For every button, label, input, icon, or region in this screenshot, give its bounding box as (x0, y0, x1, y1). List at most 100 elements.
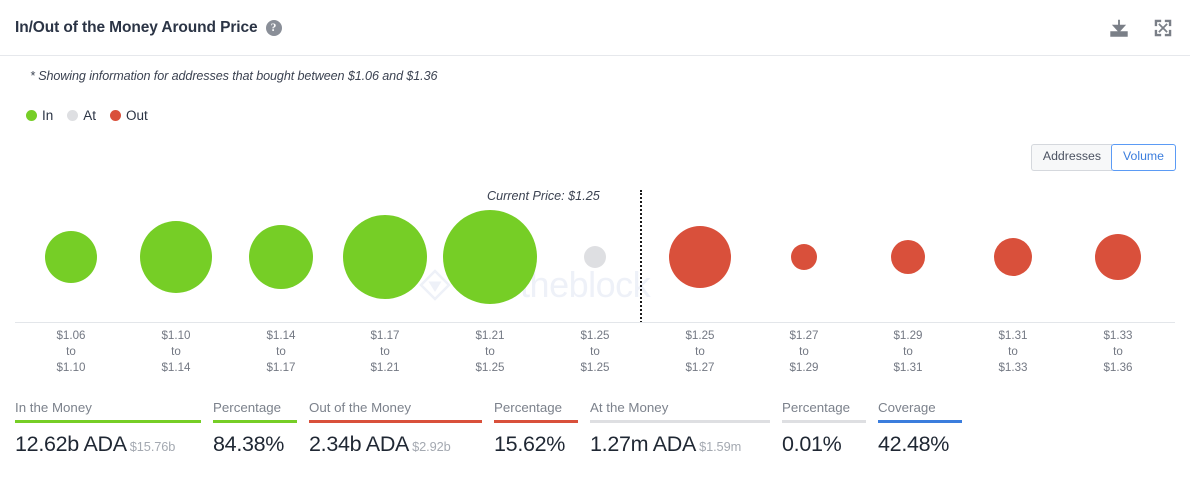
metric-toggle-group: Addresses Volume (1031, 144, 1176, 171)
bubble-out-10[interactable] (1095, 234, 1141, 280)
bubble-out-7[interactable] (791, 244, 817, 270)
stat-block-2: Out of the Money 2.34b ADA$2.92b (309, 400, 494, 457)
stat-underline (309, 420, 482, 423)
axis-tick-7: $1.27to$1.29 (749, 328, 859, 376)
axis-tick-sep: to (1063, 344, 1173, 360)
stat-underline (494, 420, 578, 423)
stat-block-6: Coverage 42.48% (878, 400, 974, 457)
stat-underline (782, 420, 866, 423)
bubble-at-5[interactable] (584, 246, 606, 268)
stat-underline (213, 420, 297, 423)
current-price-annotation: Current Price: $1.25 (487, 189, 600, 203)
legend-dot-in (26, 110, 37, 121)
bubble-out-8[interactable] (891, 240, 925, 274)
stat-value: 15.62% (494, 432, 590, 457)
stat-block-3: Percentage 15.62% (494, 400, 590, 457)
axis-tick-to: $1.14 (121, 360, 231, 376)
stat-subvalue: $1.59m (699, 439, 741, 454)
stat-value: 42.48% (878, 432, 974, 457)
axis-tick-from: $1.25 (645, 328, 755, 344)
chart-legend: In At Out (26, 108, 156, 123)
legend-item-out[interactable]: Out (110, 108, 148, 123)
axis-tick-to: $1.29 (749, 360, 859, 376)
axis-tick-from: $1.29 (853, 328, 963, 344)
axis-tick-sep: to (121, 344, 231, 360)
stat-underline (590, 420, 770, 423)
axis-tick-sep: to (853, 344, 963, 360)
axis-tick-sep: to (330, 344, 440, 360)
axis-tick-to: $1.25 (435, 360, 545, 376)
legend-item-at[interactable]: At (67, 108, 96, 123)
stat-value: 84.38% (213, 432, 309, 457)
legend-item-in[interactable]: In (26, 108, 53, 123)
axis-tick-to: $1.33 (958, 360, 1068, 376)
stat-block-0: In the Money12.62b ADA$15.76b (15, 400, 213, 457)
card-header: In/Out of the Money Around Price ? (0, 0, 1190, 56)
axis-tick-sep: to (645, 344, 755, 360)
axis-tick-1: $1.10to$1.14 (121, 328, 231, 376)
x-axis-labels: $1.06to$1.10$1.10to$1.14$1.14to$1.17$1.1… (0, 328, 1190, 386)
axis-tick-4: $1.21to$1.25 (435, 328, 545, 376)
axis-tick-10: $1.33to$1.36 (1063, 328, 1173, 376)
stat-value: 1.27m ADA$1.59m (590, 432, 782, 457)
axis-tick-0: $1.06to$1.10 (16, 328, 126, 376)
stat-subvalue: $2.92b (412, 439, 451, 454)
stat-value: 2.34b ADA$2.92b (309, 432, 494, 457)
axis-tick-from: $1.33 (1063, 328, 1173, 344)
bubble-in-3[interactable] (343, 215, 427, 299)
axis-tick-2: $1.14to$1.17 (226, 328, 336, 376)
axis-tick-to: $1.21 (330, 360, 440, 376)
stat-label: Coverage (878, 400, 974, 420)
header-actions (1108, 17, 1174, 39)
axis-tick-to: $1.31 (853, 360, 963, 376)
axis-tick-sep: to (749, 344, 859, 360)
bubble-in-2[interactable] (249, 225, 313, 289)
axis-tick-3: $1.17to$1.21 (330, 328, 440, 376)
bubble-out-6[interactable] (669, 226, 731, 288)
stat-block-4: At the Money 1.27m ADA$1.59m (590, 400, 782, 457)
axis-tick-sep: to (958, 344, 1068, 360)
in-out-money-chart-card: In/Out of the Money Around Price ? * Sho… (0, 0, 1190, 504)
axis-tick-6: $1.25to$1.27 (645, 328, 755, 376)
axis-tick-9: $1.31to$1.33 (958, 328, 1068, 376)
axis-tick-from: $1.21 (435, 328, 545, 344)
stat-label: Percentage (213, 400, 309, 420)
legend-dot-at (67, 110, 78, 121)
axis-tick-from: $1.10 (121, 328, 231, 344)
toggle-volume-button[interactable]: Volume (1111, 144, 1176, 171)
legend-label-at: At (83, 108, 96, 123)
bubble-in-0[interactable] (45, 231, 97, 283)
stat-underline (15, 420, 201, 423)
axis-tick-from: $1.27 (749, 328, 859, 344)
axis-tick-from: $1.25 (540, 328, 650, 344)
axis-tick-5: $1.25to$1.25 (540, 328, 650, 376)
stat-block-1: Percentage 84.38% (213, 400, 309, 457)
axis-tick-sep: to (435, 344, 545, 360)
axis-tick-from: $1.31 (958, 328, 1068, 344)
toggle-addresses-button[interactable]: Addresses (1031, 144, 1112, 171)
legend-label-in: In (42, 108, 53, 123)
axis-tick-8: $1.29to$1.31 (853, 328, 963, 376)
bubble-out-9[interactable] (994, 238, 1032, 276)
legend-dot-out (110, 110, 121, 121)
axis-tick-sep: to (540, 344, 650, 360)
download-icon[interactable] (1108, 17, 1130, 39)
fullscreen-expand-icon[interactable] (1152, 17, 1174, 39)
stat-underline (878, 420, 962, 423)
stat-value: 0.01% (782, 432, 878, 457)
axis-tick-to: $1.10 (16, 360, 126, 376)
stat-value: 12.62b ADA$15.76b (15, 432, 213, 457)
stat-label: At the Money (590, 400, 782, 420)
stat-block-5: Percentage0.01% (782, 400, 878, 457)
bubble-in-4[interactable] (443, 210, 537, 304)
page-title: In/Out of the Money Around Price (15, 19, 258, 37)
axis-tick-to: $1.17 (226, 360, 336, 376)
axis-tick-sep: to (16, 344, 126, 360)
question-mark-icon[interactable]: ? (266, 20, 282, 36)
stat-label: Out of the Money (309, 400, 494, 420)
legend-label-out: Out (126, 108, 148, 123)
current-price-divider (640, 190, 642, 323)
bubble-in-1[interactable] (140, 221, 212, 293)
axis-tick-to: $1.36 (1063, 360, 1173, 376)
stat-label: Percentage (494, 400, 590, 420)
